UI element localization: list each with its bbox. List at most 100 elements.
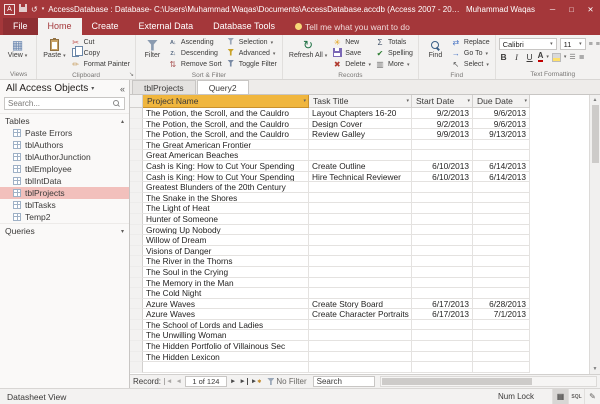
totals-button[interactable]: ΣTotals bbox=[373, 37, 415, 48]
cell[interactable] bbox=[473, 267, 530, 278]
cell[interactable] bbox=[309, 140, 412, 151]
number-list-icon[interactable]: ≣ bbox=[579, 53, 585, 61]
cell[interactable] bbox=[412, 362, 473, 373]
cell[interactable] bbox=[412, 182, 473, 193]
cell[interactable] bbox=[412, 330, 473, 341]
cell[interactable] bbox=[412, 320, 473, 331]
cell[interactable]: 6/10/2013 bbox=[412, 172, 473, 183]
tab-home[interactable]: Home bbox=[38, 18, 82, 35]
cell[interactable] bbox=[412, 341, 473, 352]
cell[interactable]: Greatest Blunders of the 20th Century bbox=[143, 182, 309, 193]
tab-external-data[interactable]: External Data bbox=[129, 18, 204, 35]
cell[interactable]: 7/1/2013 bbox=[473, 309, 530, 320]
toggle-filter-button[interactable]: Toggle Filter bbox=[224, 59, 279, 70]
cell[interactable] bbox=[473, 182, 530, 193]
cell[interactable]: The Potion, the Scroll, and the Cauldro bbox=[143, 108, 309, 119]
row-selector[interactable] bbox=[130, 225, 143, 236]
row-selector[interactable] bbox=[130, 309, 143, 320]
refresh-all-button[interactable]: ↻ Refresh All ▾ bbox=[286, 36, 330, 71]
horizontal-scrollbar[interactable] bbox=[380, 376, 597, 387]
cell[interactable] bbox=[473, 256, 530, 267]
cell[interactable] bbox=[473, 214, 530, 225]
delete-record-button[interactable]: ✖Delete▾ bbox=[330, 59, 373, 70]
doc-tab-tblprojects[interactable]: tblProjects bbox=[132, 80, 196, 94]
cell[interactable]: 9/6/2013 bbox=[473, 119, 530, 130]
nav-section-tables[interactable]: Tables ▴ bbox=[0, 113, 129, 127]
row-selector[interactable] bbox=[130, 172, 143, 183]
format-painter-button[interactable]: ✏Format Painter bbox=[69, 59, 132, 70]
font-name-combo[interactable]: Calibri▾ bbox=[499, 38, 557, 50]
replace-button[interactable]: ⇄Replace bbox=[449, 37, 492, 48]
first-record-button[interactable]: ◄ bbox=[164, 376, 172, 388]
row-selector[interactable] bbox=[130, 288, 143, 299]
cell[interactable]: Layout Chapters 16-20 bbox=[309, 108, 412, 119]
column-dropdown-icon[interactable]: ▾ bbox=[522, 98, 527, 104]
tell-me-box[interactable]: Tell me what you want to do bbox=[295, 18, 410, 35]
row-selector[interactable] bbox=[130, 161, 143, 172]
row-selector[interactable] bbox=[130, 341, 143, 352]
cell[interactable] bbox=[473, 193, 530, 204]
cell[interactable]: 6/17/2013 bbox=[412, 299, 473, 310]
selection-button[interactable]: Selection▾ bbox=[224, 37, 279, 48]
sql-view-button[interactable]: SQL bbox=[568, 389, 584, 404]
cell[interactable] bbox=[412, 214, 473, 225]
cell[interactable] bbox=[412, 235, 473, 246]
cell[interactable]: The School of Lords and Ladies bbox=[143, 320, 309, 331]
column-header-project-name[interactable]: Project Name▾ bbox=[143, 95, 309, 108]
nav-item-tblauthorjunction[interactable]: tblAuthorJunction bbox=[0, 151, 129, 163]
scroll-down-icon[interactable]: ▼ bbox=[593, 364, 598, 374]
cell[interactable]: The Potion, the Scroll, and the Cauldro bbox=[143, 129, 309, 140]
row-selector[interactable] bbox=[130, 278, 143, 289]
cell[interactable] bbox=[412, 193, 473, 204]
column-header-due-date[interactable]: Due Date▾ bbox=[473, 95, 530, 108]
cell[interactable] bbox=[309, 150, 412, 161]
cell[interactable]: Create Story Board bbox=[309, 299, 412, 310]
close-button[interactable]: ✕ bbox=[581, 0, 600, 18]
undo-icon[interactable]: ↺ bbox=[31, 4, 38, 15]
cell[interactable] bbox=[473, 362, 530, 373]
cell[interactable]: 9/2/2013 bbox=[412, 108, 473, 119]
cell[interactable] bbox=[412, 150, 473, 161]
cell[interactable]: Cash is King: How to Cut Your Spending bbox=[143, 172, 309, 183]
nav-search-input[interactable]: Search... bbox=[4, 97, 125, 110]
column-dropdown-icon[interactable]: ▾ bbox=[404, 98, 409, 104]
cell[interactable] bbox=[309, 246, 412, 257]
view-button[interactable]: ▦ View ▾ bbox=[4, 36, 31, 70]
cell[interactable]: 6/14/2013 bbox=[473, 172, 530, 183]
nav-item-tblintdata[interactable]: tblIntData bbox=[0, 175, 129, 187]
cell[interactable] bbox=[309, 225, 412, 236]
cell[interactable]: Hunter of Someone bbox=[143, 214, 309, 225]
cell[interactable]: Hire Technical Reviewer bbox=[309, 172, 412, 183]
font-size-combo[interactable]: 11▾ bbox=[560, 38, 586, 50]
row-selector[interactable] bbox=[130, 362, 143, 373]
align-left-icon[interactable]: ≡ bbox=[589, 41, 593, 48]
bold-button[interactable]: B bbox=[499, 52, 509, 62]
cell[interactable] bbox=[412, 203, 473, 214]
underline-button[interactable]: U bbox=[525, 52, 535, 62]
row-selector[interactable] bbox=[130, 320, 143, 331]
nav-item-tblauthors[interactable]: tblAuthors bbox=[0, 139, 129, 151]
cell[interactable]: The Unwilling Woman bbox=[143, 330, 309, 341]
cell[interactable]: Growing Up Nobody bbox=[143, 225, 309, 236]
nav-section-queries[interactable]: Queries ▾ bbox=[0, 223, 129, 237]
cell[interactable]: 6/14/2013 bbox=[473, 161, 530, 172]
row-selector[interactable] bbox=[130, 235, 143, 246]
design-view-button[interactable]: ✎ bbox=[584, 389, 600, 404]
cell[interactable] bbox=[309, 256, 412, 267]
align-center-icon[interactable]: ≡ bbox=[596, 41, 600, 48]
next-record-button[interactable]: ► bbox=[230, 376, 236, 388]
cell[interactable]: Great American Beaches bbox=[143, 150, 309, 161]
row-selector[interactable] bbox=[130, 246, 143, 257]
font-color-button[interactable]: A bbox=[538, 52, 544, 62]
spelling-button[interactable]: ✔Spelling bbox=[373, 48, 415, 59]
cell[interactable] bbox=[309, 341, 412, 352]
new-blank-record-button[interactable]: ►✱ bbox=[251, 376, 262, 388]
cell[interactable] bbox=[309, 267, 412, 278]
background-color-button[interactable] bbox=[552, 53, 561, 62]
cell[interactable] bbox=[309, 278, 412, 289]
shutter-close-icon[interactable]: « bbox=[120, 84, 125, 94]
row-selector[interactable] bbox=[130, 140, 143, 151]
cell[interactable] bbox=[412, 278, 473, 289]
cell[interactable]: The Snake in the Shores bbox=[143, 193, 309, 204]
signed-in-user[interactable]: Muhammad Waqas bbox=[466, 5, 535, 14]
